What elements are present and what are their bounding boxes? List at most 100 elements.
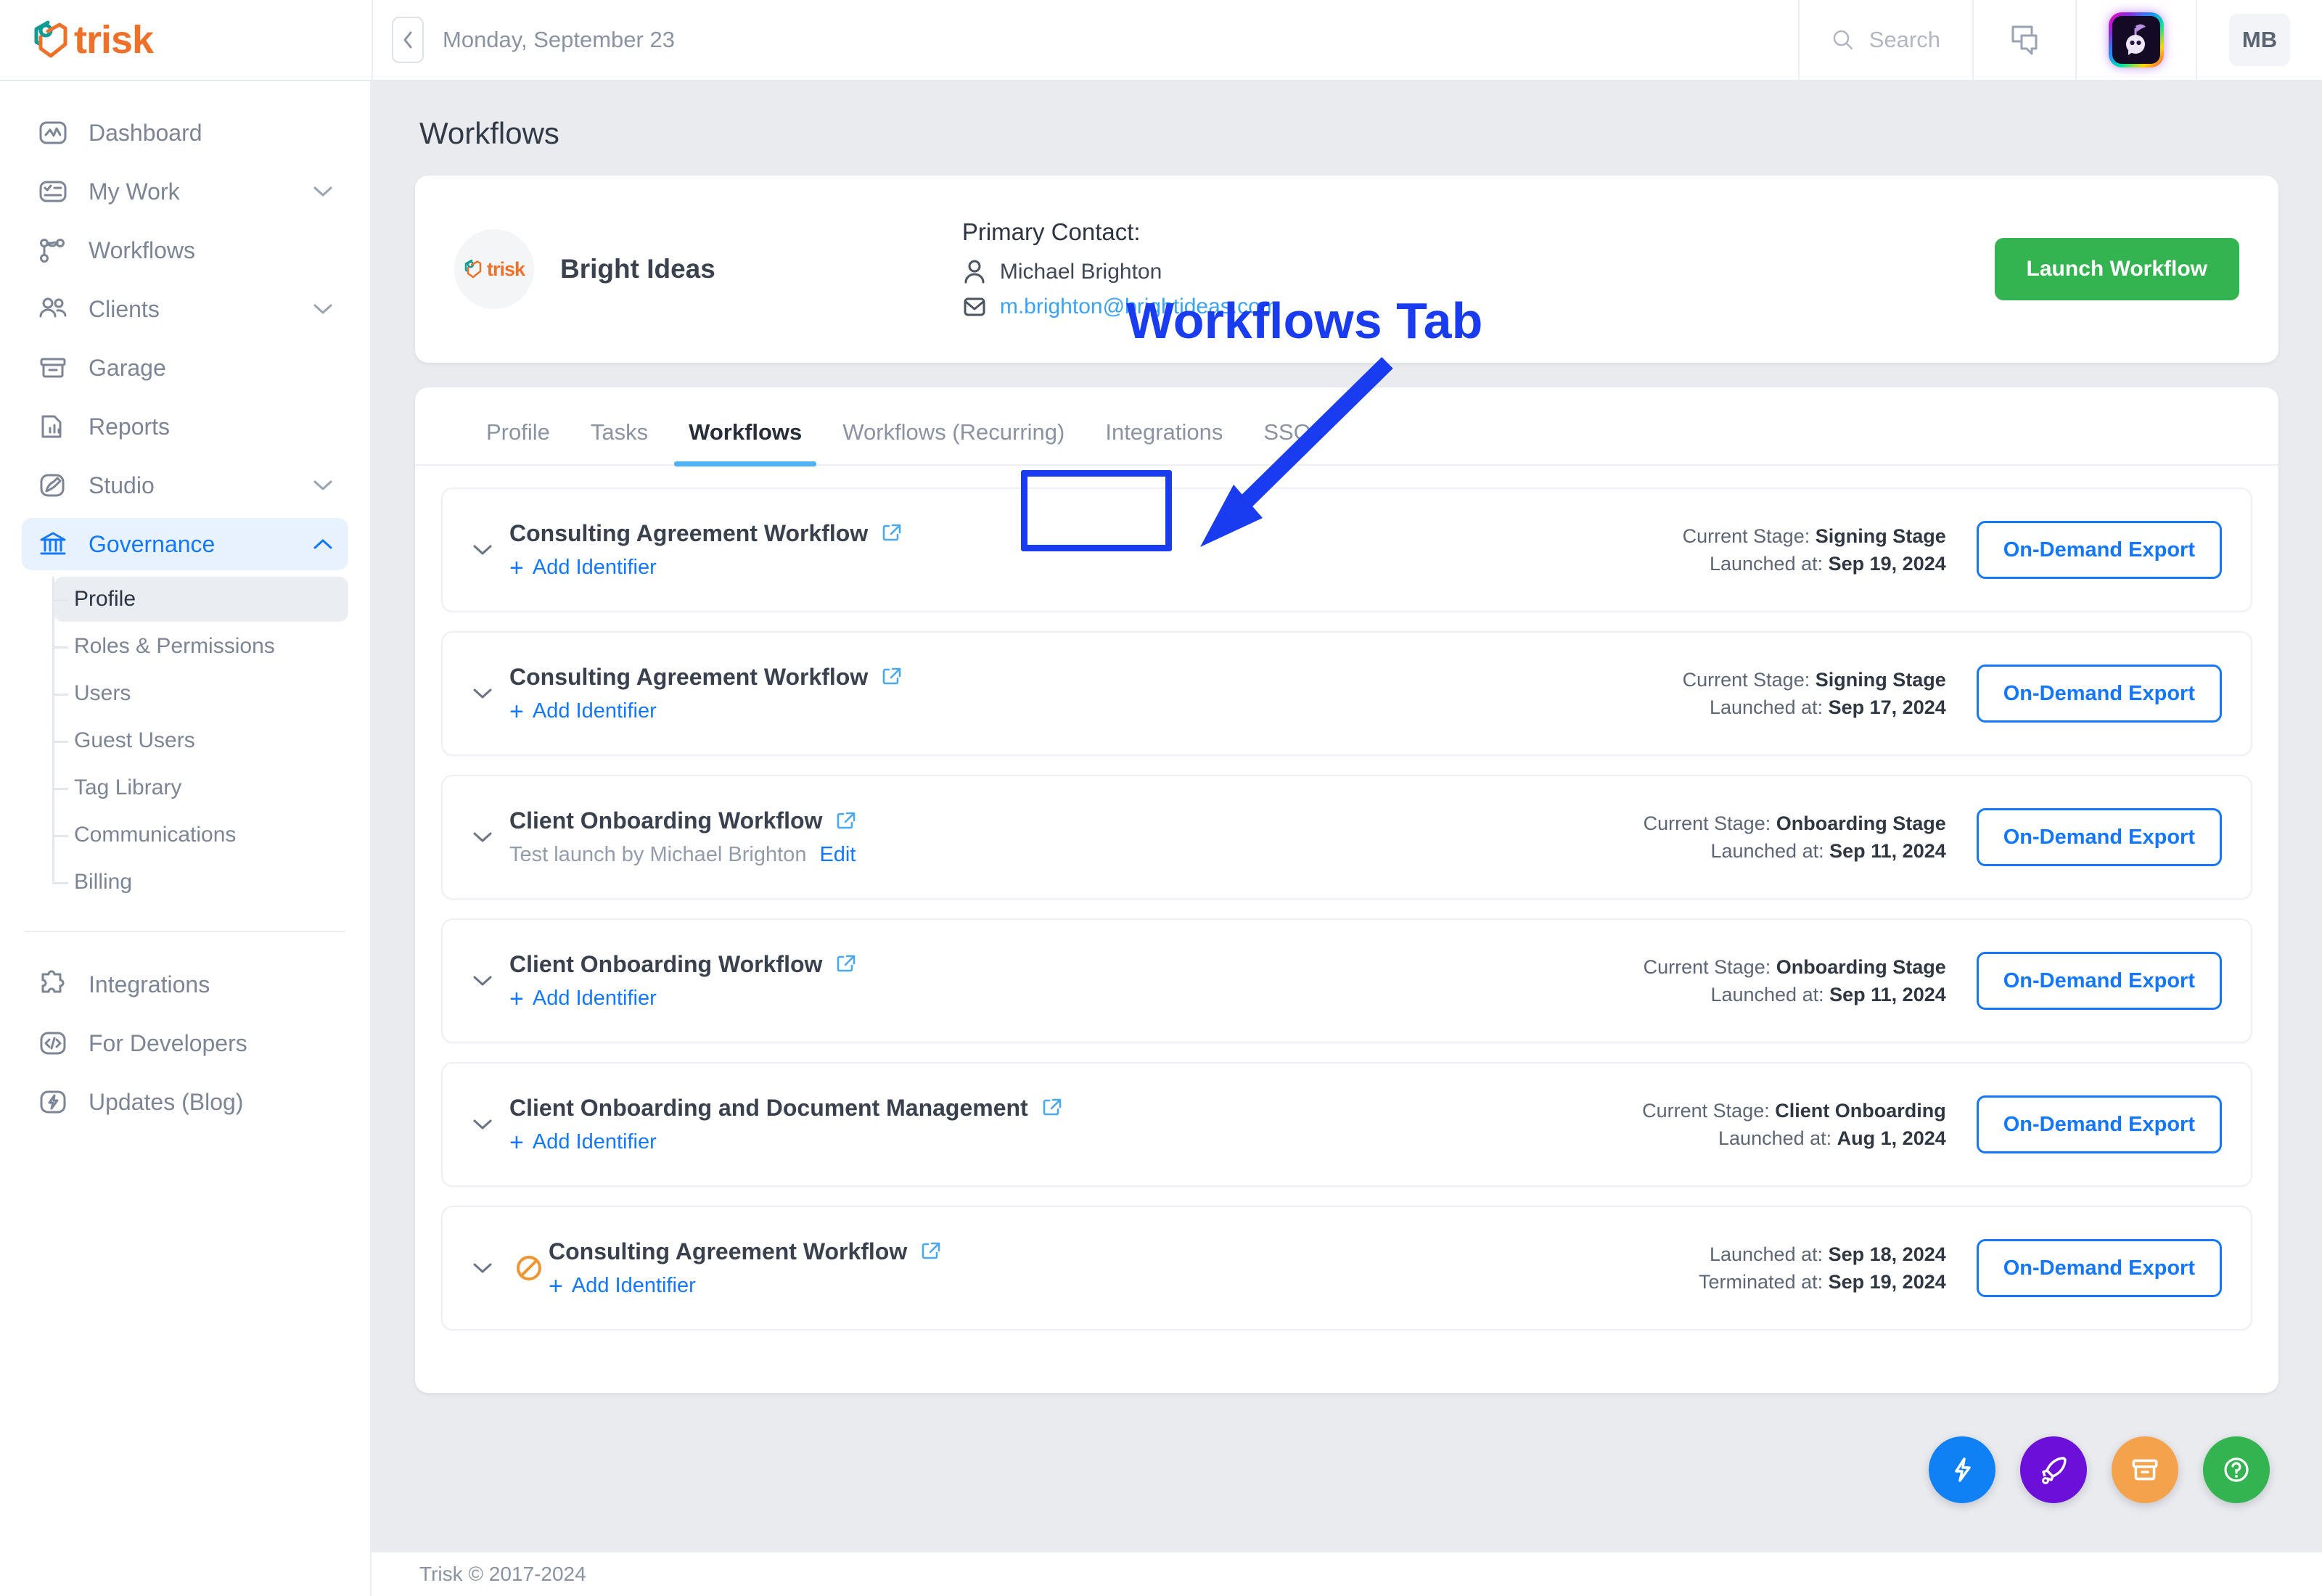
- fab-garage[interactable]: [2112, 1436, 2178, 1503]
- edit-link[interactable]: Edit: [819, 843, 856, 867]
- table-row[interactable]: Client Onboarding Workflow + Add Identifi…: [441, 918, 2252, 1043]
- governance-subnav: Profile Roles & Permissions Users Guest …: [0, 577, 370, 905]
- external-link-icon[interactable]: [881, 522, 903, 544]
- sidebar-item-reports[interactable]: Reports: [22, 400, 348, 453]
- sidebar-divider: [25, 931, 345, 932]
- sidebar-item-clients[interactable]: Clients: [22, 283, 348, 335]
- add-identifier-link[interactable]: + Add Identifier: [509, 699, 657, 724]
- sidebar-subitem-label: Profile: [74, 587, 136, 611]
- terminated-at-label: Terminated at:: [1699, 1271, 1823, 1293]
- sidebar-subitem-roles-permissions[interactable]: Roles & Permissions: [52, 624, 348, 669]
- launched-at-value: Sep 11, 2024: [1829, 840, 1946, 862]
- table-row[interactable]: Consulting Agreement Workflow + Add Ident…: [441, 1206, 2252, 1330]
- chevron-down-icon[interactable]: [472, 681, 509, 706]
- workflow-meta: Current Stage: Signing Stage Launched at…: [1683, 522, 1946, 578]
- chevron-down-icon[interactable]: [472, 1256, 509, 1280]
- sidebar-item-label: My Work: [89, 178, 180, 205]
- ai-assistant-button[interactable]: [2075, 0, 2196, 80]
- current-stage-value: Onboarding Stage: [1776, 955, 1946, 978]
- tab-label: Workflows (Recurring): [842, 419, 1065, 445]
- table-row[interactable]: Client Onboarding and Document Managemen…: [441, 1062, 2252, 1187]
- current-stage-value: Signing Stage: [1815, 668, 1946, 691]
- sidebar-item-dashboard[interactable]: Dashboard: [22, 107, 348, 159]
- chevron-down-icon[interactable]: [472, 538, 509, 562]
- sidebar-subitem-users[interactable]: Users: [52, 671, 348, 716]
- sidebar-subitem-billing[interactable]: Billing: [52, 860, 348, 905]
- bank-columns-icon: [36, 527, 70, 561]
- sidebar-subitem-communications[interactable]: Communications: [52, 813, 348, 857]
- archive-box-icon: [2132, 1459, 2158, 1481]
- sidebar-subitem-tag-library[interactable]: Tag Library: [52, 765, 348, 810]
- sidebar-item-workflows[interactable]: Workflows: [22, 224, 348, 276]
- sidebar-item-for-developers[interactable]: For Developers: [22, 1017, 348, 1069]
- on-demand-export-button[interactable]: On-Demand Export: [1976, 808, 2222, 866]
- chevron-down-icon[interactable]: [472, 968, 509, 993]
- on-demand-export-button[interactable]: On-Demand Export: [1976, 665, 2222, 723]
- fab-quick-action[interactable]: [1929, 1436, 1995, 1503]
- chevron-down-icon[interactable]: [312, 298, 334, 321]
- code-brackets-icon: [36, 1027, 70, 1060]
- envelope-icon: [964, 297, 985, 316]
- fab-launch[interactable]: [2020, 1436, 2087, 1503]
- current-stage-value: Signing Stage: [1815, 525, 1946, 547]
- search-box[interactable]: Search: [1798, 0, 1972, 80]
- on-demand-export-button[interactable]: On-Demand Export: [1976, 1239, 2222, 1297]
- external-link-icon[interactable]: [1041, 1097, 1063, 1119]
- add-identifier-link[interactable]: + Add Identifier: [509, 987, 657, 1011]
- add-identifier-label: Add Identifier: [532, 699, 657, 723]
- sidebar-item-my-work[interactable]: My Work: [22, 165, 348, 218]
- chevron-down-icon[interactable]: [312, 181, 334, 203]
- chevron-down-icon[interactable]: [472, 1112, 509, 1137]
- brand-name: trisk: [74, 18, 154, 62]
- puzzle-icon: [36, 968, 70, 1001]
- external-link-icon[interactable]: [881, 666, 903, 688]
- sidebar-subitem-guest-users[interactable]: Guest Users: [52, 718, 348, 763]
- sidebar-subitem-label: Roles & Permissions: [74, 634, 275, 658]
- on-demand-export-button[interactable]: On-Demand Export: [1976, 521, 2222, 579]
- add-identifier-link[interactable]: + Add Identifier: [509, 1130, 657, 1155]
- add-identifier-label: Add Identifier: [532, 1130, 657, 1153]
- sidebar-subitem-label: Billing: [74, 870, 133, 894]
- tab-workflows[interactable]: Workflows: [668, 419, 822, 466]
- workflow-meta: Current Stage: Signing Stage Launched at…: [1683, 666, 1946, 722]
- chat-button[interactable]: [1972, 0, 2075, 80]
- workflow-title: Client Onboarding Workflow: [509, 807, 823, 834]
- chevron-down-icon[interactable]: [312, 474, 334, 497]
- external-link-icon[interactable]: [920, 1241, 942, 1262]
- tab-workflows-recurring[interactable]: Workflows (Recurring): [822, 419, 1085, 464]
- workflow-meta: Current Stage: Client Onboarding Launche…: [1642, 1097, 1946, 1153]
- external-link-icon[interactable]: [835, 810, 857, 832]
- table-row[interactable]: Client Onboarding Workflow Test launch b…: [441, 775, 2252, 900]
- sidebar-collapse-button[interactable]: [392, 17, 424, 63]
- launched-at-value: Sep 19, 2024: [1828, 553, 1946, 575]
- chevron-down-icon[interactable]: [472, 825, 509, 850]
- people-icon: [36, 292, 70, 326]
- chevron-up-icon[interactable]: [312, 533, 334, 556]
- launch-workflow-button[interactable]: Launch Workflow: [1994, 238, 2239, 300]
- on-demand-export-button[interactable]: On-Demand Export: [1976, 1095, 2222, 1153]
- table-row[interactable]: Consulting Agreement Workflow + Add Ident…: [441, 631, 2252, 756]
- external-link-icon[interactable]: [835, 953, 857, 975]
- launched-at-label: Launched at:: [1709, 696, 1823, 718]
- sidebar-item-garage[interactable]: Garage: [22, 342, 348, 394]
- tab-profile[interactable]: Profile: [466, 419, 570, 464]
- current-stage-label: Current Stage:: [1642, 1099, 1770, 1122]
- add-identifier-link[interactable]: + Add Identifier: [509, 556, 657, 580]
- on-demand-export-button[interactable]: On-Demand Export: [1976, 952, 2222, 1010]
- sidebar-item-governance[interactable]: Governance: [22, 518, 348, 570]
- sidebar-item-studio[interactable]: Studio: [22, 459, 348, 511]
- sidebar-item-label: Garage: [89, 354, 166, 381]
- tab-tasks[interactable]: Tasks: [570, 419, 668, 464]
- sidebar: Dashboard My Work Workflows Clients Gara…: [0, 81, 372, 1596]
- user-menu[interactable]: MB: [2196, 0, 2322, 80]
- fab-help[interactable]: [2203, 1436, 2270, 1503]
- sidebar-subitem-profile[interactable]: Profile: [52, 577, 348, 622]
- sidebar-subitem-label: Guest Users: [74, 728, 195, 752]
- add-identifier-link[interactable]: + Add Identifier: [549, 1274, 696, 1299]
- sidebar-item-updates-blog[interactable]: Updates (Blog): [22, 1076, 348, 1128]
- current-stage-value: Onboarding Stage: [1776, 812, 1946, 834]
- sidebar-item-label: Integrations: [89, 971, 210, 998]
- sidebar-item-integrations[interactable]: Integrations: [22, 958, 348, 1011]
- brand-logo[interactable]: trisk: [0, 0, 372, 80]
- chevron-left-icon: [403, 31, 412, 49]
